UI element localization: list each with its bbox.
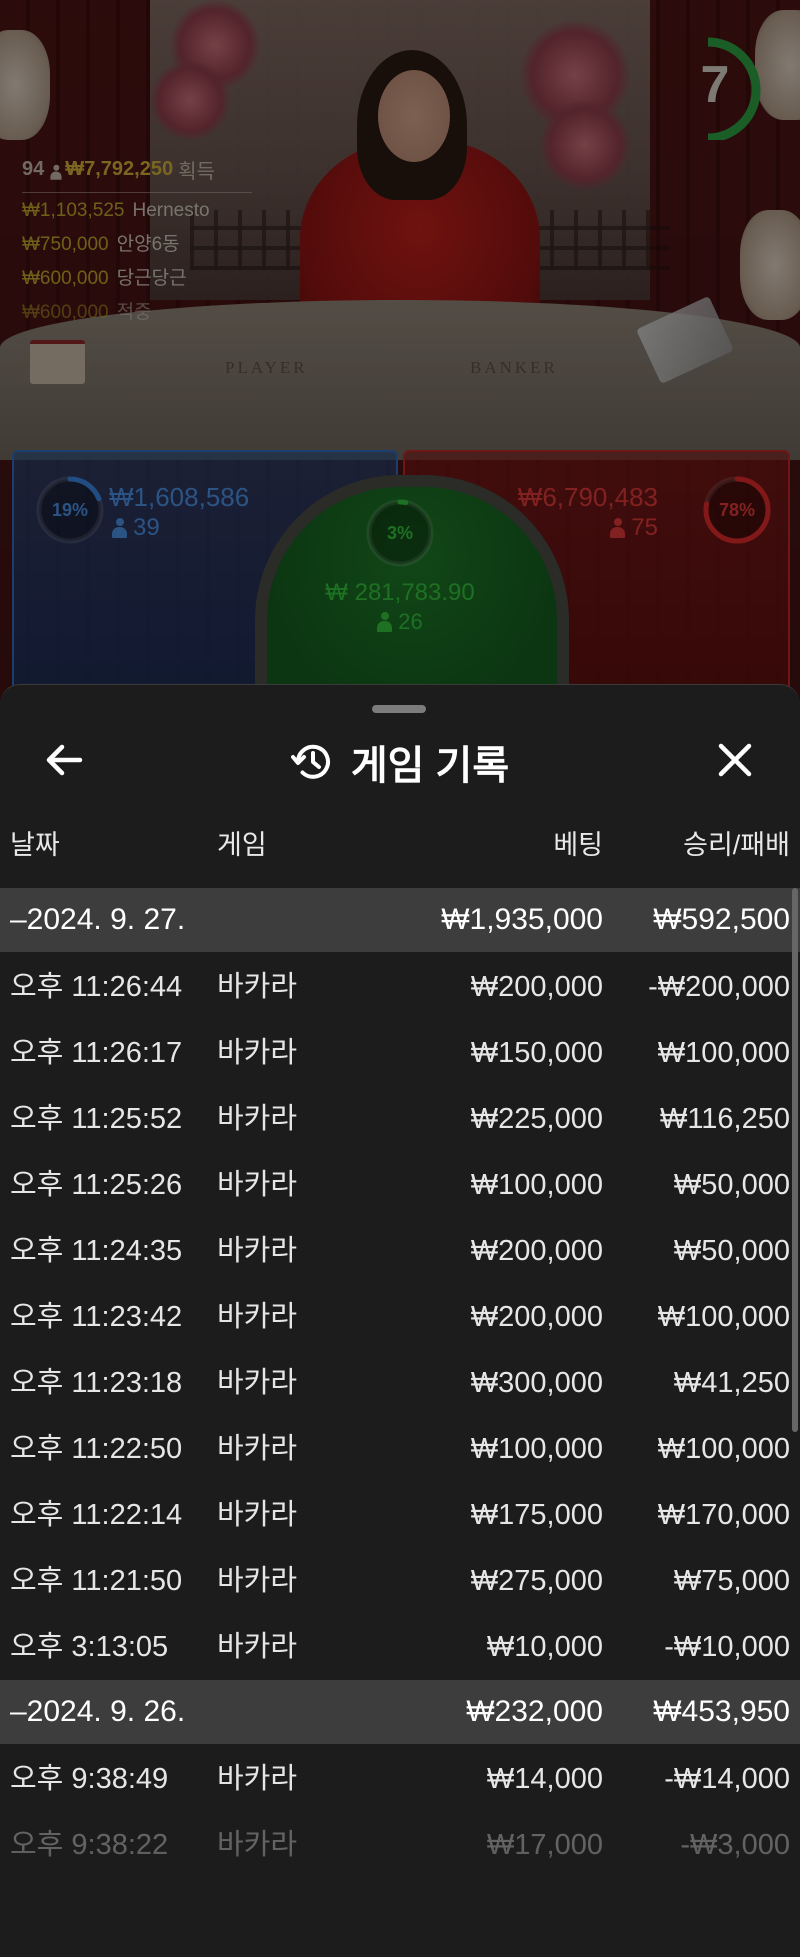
row-bet: ₩100,000 xyxy=(470,1169,603,1201)
game-history-sheet: 게임 기록 날짜 게임 베팅 승리/패배 –2024. 9. 27. ₩1,935… xyxy=(0,684,800,1957)
row-time: 오후 11:22:14 xyxy=(10,1499,183,1531)
row-result: -₩14,000 xyxy=(664,1763,790,1795)
group-bet-total: ₩1,935,000 xyxy=(441,903,603,936)
group-date: –2024. 9. 26. xyxy=(10,1695,186,1728)
row-result: ₩100,000 xyxy=(657,1433,790,1465)
table-header: 날짜 게임 베팅 승리/패배 xyxy=(0,823,800,873)
row-time: 오후 11:21:50 xyxy=(10,1565,183,1597)
row-time: 오후 11:26:17 xyxy=(10,1037,183,1069)
history-row[interactable]: 오후 11:25:26 바카라 ₩100,000 ₩50,000 xyxy=(0,1152,800,1218)
live-game-view: PLAYER BANKER 19% ₩1,608,586 39 ₩6,790,4… xyxy=(0,0,800,700)
row-time: 오후 3:13:05 xyxy=(10,1631,169,1663)
row-game: 바카라 xyxy=(217,1103,298,1135)
row-result: -₩200,000 xyxy=(648,971,790,1003)
history-icon xyxy=(290,744,330,779)
row-result: ₩100,000 xyxy=(657,1301,790,1333)
bottom-fade xyxy=(0,1847,800,1957)
row-result: ₩50,000 xyxy=(673,1235,790,1267)
history-row[interactable]: 오후 9:38:49 바카라 ₩14,000 -₩14,000 xyxy=(0,1746,800,1812)
row-time: 오후 11:25:52 xyxy=(10,1103,183,1135)
modal-backdrop[interactable] xyxy=(0,0,800,700)
row-time: 오후 11:23:42 xyxy=(10,1301,183,1333)
column-bet: 베팅 xyxy=(553,830,603,860)
history-row[interactable]: 오후 11:22:50 바카라 ₩100,000 ₩100,000 xyxy=(0,1416,800,1482)
history-row[interactable]: 오후 11:23:18 바카라 ₩300,000 ₩41,250 xyxy=(0,1350,800,1416)
row-time: 오후 11:24:35 xyxy=(10,1235,183,1267)
history-row[interactable]: 오후 11:22:14 바카라 ₩175,000 ₩170,000 xyxy=(0,1482,800,1548)
row-bet: ₩200,000 xyxy=(470,971,603,1003)
history-row[interactable]: 오후 11:25:52 바카라 ₩225,000 ₩116,250 xyxy=(0,1086,800,1152)
history-row[interactable]: 오후 11:21:50 바카라 ₩275,000 ₩75,000 xyxy=(0,1548,800,1614)
row-time: 오후 11:26:44 xyxy=(10,971,183,1003)
row-bet: ₩10,000 xyxy=(486,1631,603,1663)
history-list[interactable]: –2024. 9. 27. ₩1,935,000 ₩592,500 오후 11:26:… xyxy=(0,888,800,1878)
row-game: 바카라 xyxy=(217,1169,298,1201)
column-date: 날짜 xyxy=(10,830,60,860)
row-game: 바카라 xyxy=(217,1235,298,1267)
group-bet-total: ₩232,000 xyxy=(466,1695,603,1728)
row-time: 오후 11:22:50 xyxy=(10,1433,183,1465)
row-result: ₩41,250 xyxy=(673,1367,790,1399)
close-icon xyxy=(718,743,752,777)
row-result: ₩170,000 xyxy=(657,1499,790,1531)
group-result-total: ₩592,500 xyxy=(653,903,790,936)
row-bet: ₩14,000 xyxy=(486,1763,603,1795)
group-date: –2024. 9. 27. xyxy=(10,903,186,936)
column-game: 게임 xyxy=(217,830,267,860)
history-row[interactable]: 오후 11:26:44 바카라 ₩200,000 -₩200,000 xyxy=(0,954,800,1020)
drag-handle[interactable] xyxy=(372,705,426,713)
row-game: 바카라 xyxy=(217,1037,298,1069)
date-group-header[interactable]: –2024. 9. 27. ₩1,935,000 ₩592,500 xyxy=(0,888,800,952)
row-result: ₩75,000 xyxy=(673,1565,790,1597)
group-result-total: ₩453,950 xyxy=(653,1695,790,1728)
row-game: 바카라 xyxy=(217,1367,298,1399)
close-button[interactable] xyxy=(710,735,760,785)
row-bet: ₩225,000 xyxy=(470,1103,603,1135)
row-game: 바카라 xyxy=(217,1565,298,1597)
date-group-header[interactable]: –2024. 9. 26. ₩232,000 ₩453,950 xyxy=(0,1680,800,1744)
row-game: 바카라 xyxy=(217,1301,298,1333)
sheet-title: 게임 기록 xyxy=(0,733,800,791)
row-game: 바카라 xyxy=(217,1499,298,1531)
history-row[interactable]: 오후 11:26:17 바카라 ₩150,000 ₩100,000 xyxy=(0,1020,800,1086)
row-bet: ₩100,000 xyxy=(470,1433,603,1465)
row-game: 바카라 xyxy=(217,971,298,1003)
row-time: 오후 11:25:26 xyxy=(10,1169,183,1201)
history-row[interactable]: 오후 11:24:35 바카라 ₩200,000 ₩50,000 xyxy=(0,1218,800,1284)
row-bet: ₩200,000 xyxy=(470,1301,603,1333)
row-time: 오후 11:23:18 xyxy=(10,1367,183,1399)
row-game: 바카라 xyxy=(217,1433,298,1465)
row-result: ₩100,000 xyxy=(657,1037,790,1069)
row-bet: ₩275,000 xyxy=(470,1565,603,1597)
row-time: 오후 9:38:49 xyxy=(10,1763,169,1795)
row-bet: ₩300,000 xyxy=(470,1367,603,1399)
row-game: 바카라 xyxy=(217,1763,298,1795)
row-game: 바카라 xyxy=(217,1631,298,1663)
column-result: 승리/패배 xyxy=(683,830,790,860)
history-row[interactable]: 오후 3:13:05 바카라 ₩10,000 -₩10,000 xyxy=(0,1614,800,1680)
history-row[interactable]: 오후 11:23:42 바카라 ₩200,000 ₩100,000 xyxy=(0,1284,800,1350)
sheet-title-text: 게임 기록 xyxy=(350,744,510,788)
row-result: -₩10,000 xyxy=(664,1631,790,1663)
row-result: ₩116,250 xyxy=(659,1103,790,1135)
row-result: ₩50,000 xyxy=(673,1169,790,1201)
row-bet: ₩175,000 xyxy=(470,1499,603,1531)
row-bet: ₩150,000 xyxy=(470,1037,603,1069)
row-bet: ₩200,000 xyxy=(470,1235,603,1267)
scrollbar[interactable] xyxy=(792,888,798,1432)
